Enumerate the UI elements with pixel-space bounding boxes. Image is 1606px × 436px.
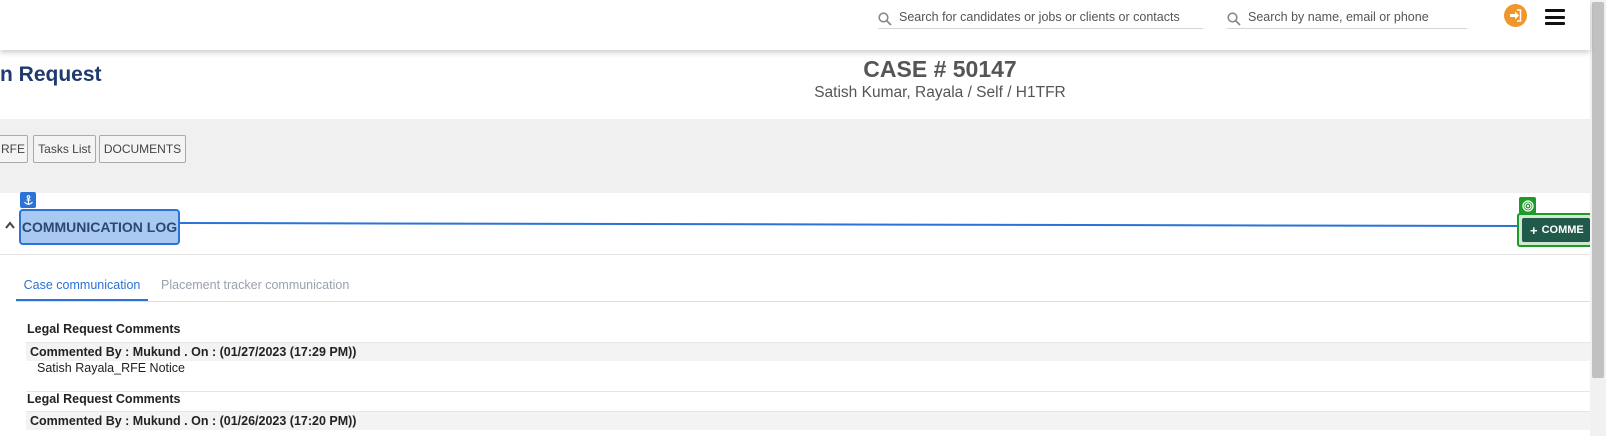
nav-button-rfe[interactable]: RFE	[0, 135, 28, 163]
comment-body: Satish Rayala_RFE Notice	[26, 359, 1590, 392]
nav-button-tasks-list[interactable]: Tasks List	[33, 135, 96, 163]
sign-in-button[interactable]	[1504, 4, 1527, 27]
page-scrollbar[interactable]	[1590, 0, 1606, 436]
connector-line	[179, 222, 1520, 227]
communication-log-header: COMMUNICATION LOG + COMME	[0, 192, 1599, 255]
target-icon	[1519, 197, 1536, 214]
hamburger-menu-icon[interactable]	[1545, 9, 1565, 25]
communication-tabs: Case communication Placement tracker com…	[16, 272, 1590, 302]
page: Search for candidates or jobs or clients…	[0, 0, 1606, 436]
global-search-placeholder: Search for candidates or jobs or clients…	[899, 10, 1180, 24]
section-nav-band: RFE Tasks List DOCUMENTS	[0, 119, 1590, 193]
tab-placement-tracker-communication[interactable]: Placement tracker communication	[161, 278, 349, 299]
case-subtitle: Satish Kumar, Rayala / Self / H1TFR	[814, 84, 1066, 101]
add-comment-highlight: + COMME	[1517, 213, 1599, 247]
top-header: Search for candidates or jobs or clients…	[0, 0, 1590, 50]
scrollbar-thumb[interactable]	[1592, 2, 1604, 378]
tab-case-communication[interactable]: Case communication	[16, 278, 148, 301]
add-comment-label: COMME	[1541, 224, 1584, 236]
communication-log-title[interactable]: COMMUNICATION LOG	[19, 209, 180, 245]
add-comment-button[interactable]: + COMME	[1522, 218, 1590, 242]
anchor-icon	[20, 192, 36, 208]
plus-icon: +	[1530, 222, 1538, 238]
global-search-input[interactable]: Search for candidates or jobs or clients…	[878, 6, 1203, 29]
page-title: n Request	[0, 63, 102, 86]
search-icon	[878, 12, 892, 26]
case-number: CASE # 50147	[863, 56, 1017, 82]
search-icon	[1227, 12, 1241, 26]
nav-button-documents[interactable]: DOCUMENTS	[99, 135, 186, 163]
people-search-input[interactable]: Search by name, email or phone	[1227, 6, 1467, 29]
people-search-placeholder: Search by name, email or phone	[1248, 10, 1429, 24]
comment-meta: Commented By : Mukund . On : (01/26/2023…	[26, 411, 1590, 430]
comment-section-title: Legal Request Comments	[27, 392, 181, 406]
chevron-up-icon[interactable]	[5, 221, 15, 229]
sign-in-icon	[1510, 9, 1522, 22]
comment-section-title: Legal Request Comments	[27, 322, 181, 336]
